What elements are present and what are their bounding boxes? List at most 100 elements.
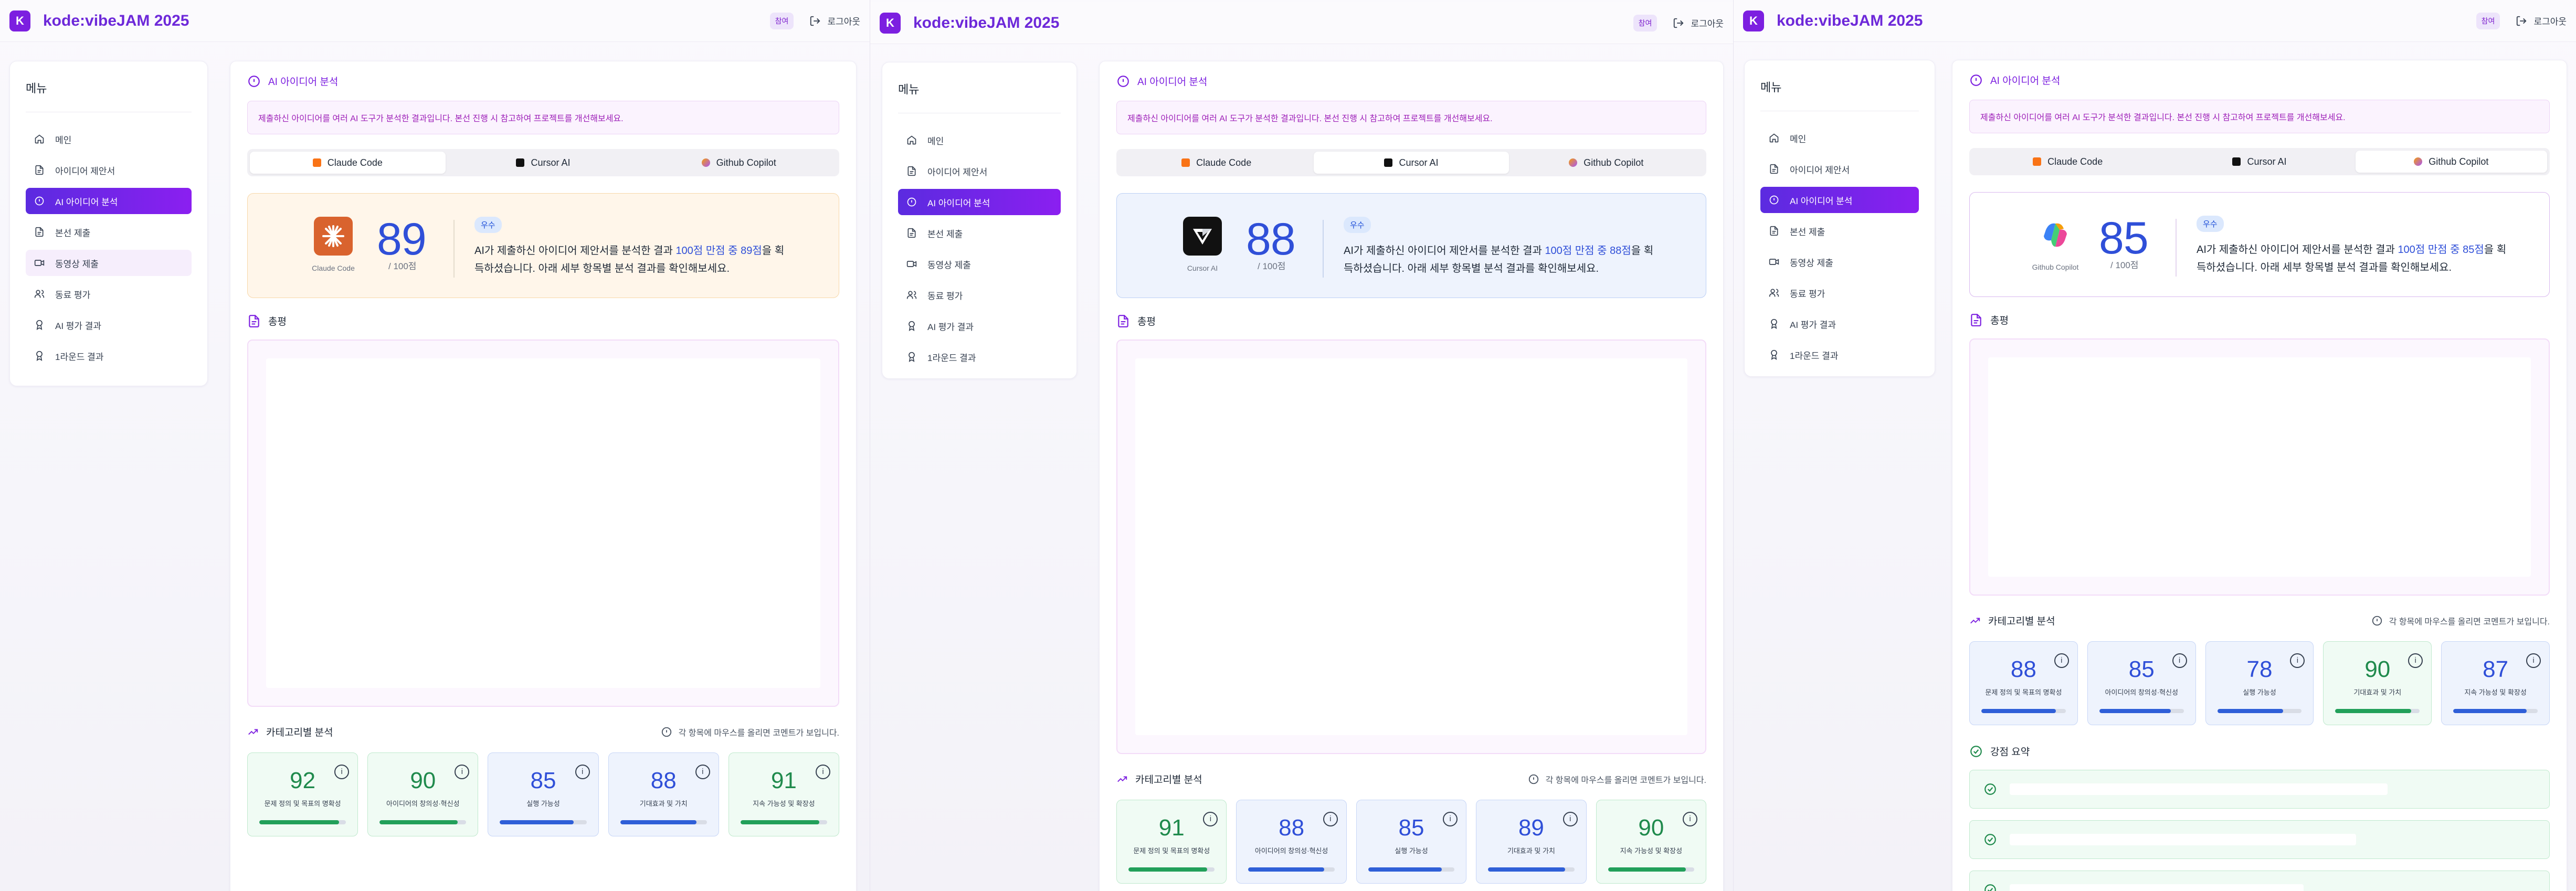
summary-content: [1988, 357, 2531, 577]
sidebar-item-round1-result[interactable]: 1라운드 결과: [898, 344, 1061, 370]
sidebar-item-proposal[interactable]: 아이디어 제안서: [898, 158, 1061, 184]
sidebar-item-peer-review[interactable]: 동료 평가: [898, 282, 1061, 308]
brand-name[interactable]: kode:vibeJAM 2025: [43, 12, 189, 30]
score-description: AI가 제출하신 아이디어 제안서를 분석한 결과 100점 만점 중 89점을…: [474, 242, 789, 278]
category-card[interactable]: 91 지속 가능성 및 확장성 i: [728, 752, 840, 836]
sidebar-item-ai-result[interactable]: AI 평가 결과: [898, 313, 1061, 339]
sidebar-item-main[interactable]: 메인: [1760, 125, 1919, 151]
info-icon[interactable]: i: [1683, 812, 1698, 826]
tab-github-copilot[interactable]: Github Copilot: [1509, 152, 1704, 174]
category-card[interactable]: 90 기대효과 및 가치 i: [2323, 641, 2432, 725]
users-icon: [34, 290, 45, 298]
info-icon[interactable]: i: [816, 765, 831, 779]
sidebar-item-ai-analysis[interactable]: AI 아이디어 분석: [1760, 187, 1919, 213]
category-card[interactable]: 85 실행 가능성 i: [488, 752, 599, 836]
tab-label: Claude Code: [2047, 156, 2103, 167]
score-card: Github Copilot 85 / 100점 우수 AI가 제출하신 아이디…: [1969, 192, 2550, 297]
info-circle-icon: [35, 196, 44, 206]
category-card[interactable]: 90 아이디어의 창의성·혁신성 i: [367, 752, 479, 836]
category-label: 기대효과 및 가치: [2353, 688, 2402, 696]
sidebar-item-main[interactable]: 메인: [26, 126, 192, 152]
sidebar-item-label: 1라운드 결과: [55, 352, 104, 362]
tab-cursor-ai[interactable]: Cursor AI: [1314, 152, 1509, 174]
category-label: 지속 가능성 및 확장성: [2464, 688, 2527, 696]
category-card[interactable]: 90 지속 가능성 및 확장성 i: [1596, 800, 1707, 884]
logo-badge[interactable]: K: [1743, 10, 1764, 31]
sidebar-item-round1-result[interactable]: 1라운드 결과: [1760, 342, 1919, 368]
info-icon[interactable]: i: [1323, 812, 1338, 826]
sidebar-item-proposal[interactable]: 아이디어 제안서: [26, 157, 192, 183]
score-bar: [2453, 709, 2538, 713]
tab-cursor-ai[interactable]: Cursor AI: [446, 152, 641, 174]
desc-highlight: 100점 만점 중 88점: [1545, 245, 1631, 257]
brand-name[interactable]: kode:vibeJAM 2025: [1777, 12, 1923, 30]
trending-up-icon: [248, 729, 258, 735]
logo-badge[interactable]: K: [9, 10, 30, 31]
summary-heading: 총평: [247, 314, 839, 328]
category-card[interactable]: 92 문제 정의 및 목표의 명확성 i: [247, 752, 358, 836]
award-icon: [1771, 319, 1777, 329]
category-card[interactable]: 89 기대효과 및 가치 i: [1476, 800, 1587, 884]
tab-label: Cursor AI: [531, 157, 571, 168]
sidebar-item-proposal[interactable]: 아이디어 제안서: [1760, 156, 1919, 182]
sidebar-item-video-submit[interactable]: 동영상 제출: [1760, 249, 1919, 275]
info-icon[interactable]: i: [2408, 653, 2423, 668]
logo-badge[interactable]: K: [880, 12, 901, 34]
info-icon[interactable]: i: [2526, 653, 2541, 668]
info-icon[interactable]: i: [1563, 812, 1578, 826]
tab-cursor-ai[interactable]: Cursor AI: [2163, 151, 2355, 173]
category-card[interactable]: 91 문제 정의 및 목표의 명확성 i: [1116, 800, 1227, 884]
info-icon[interactable]: i: [575, 765, 590, 779]
logout-label: 로그아웃: [827, 17, 860, 27]
tab-label: Cursor AI: [1399, 157, 1439, 168]
tab-github-copilot[interactable]: Github Copilot: [641, 152, 837, 174]
category-card[interactable]: 88 문제 정의 및 목표의 명확성 i: [1969, 641, 2078, 725]
sidebar-item-video-submit[interactable]: 동영상 제출: [898, 251, 1061, 277]
info-icon[interactable]: i: [695, 765, 710, 779]
sidebar-item-final-submit[interactable]: 본선 제출: [1760, 218, 1919, 244]
category-card[interactable]: 88 아이디어의 창의성·혁신성 i: [1236, 800, 1347, 884]
tab-github-copilot[interactable]: Github Copilot: [2355, 151, 2547, 173]
category-card[interactable]: 85 아이디어의 창의성·혁신성 i: [2087, 641, 2196, 725]
sidebar-item-final-submit[interactable]: 본선 제출: [26, 219, 192, 245]
sidebar-item-final-submit[interactable]: 본선 제출: [898, 220, 1061, 246]
category-card[interactable]: 85 실행 가능성 i: [1356, 800, 1467, 884]
sidebar-item-ai-analysis[interactable]: AI 아이디어 분석: [898, 189, 1061, 215]
tab-claude-code[interactable]: Claude Code: [1119, 152, 1314, 174]
strength-heading: 강점 요약: [1969, 744, 2550, 758]
info-icon[interactable]: i: [2172, 653, 2187, 668]
brand-name[interactable]: kode:vibeJAM 2025: [913, 14, 1059, 32]
score-bar-fill: [1368, 867, 1442, 872]
logout-button[interactable]: 로그아웃: [2516, 14, 2567, 27]
sidebar-item-ai-result[interactable]: AI 평가 결과: [1760, 311, 1919, 337]
sidebar-item-peer-review[interactable]: 동료 평가: [1760, 280, 1919, 306]
home-icon: [907, 135, 916, 145]
copilot-icon: [701, 158, 710, 167]
analysis-main: AI 아이디어 분석 제출하신 아이디어를 여러 AI 도구가 분석한 결과입니…: [1952, 60, 2567, 891]
sidebar-item-label: 동영상 제출: [1790, 258, 1833, 268]
sidebar-item-video-submit[interactable]: 동영상 제출: [26, 250, 192, 276]
tab-claude-code[interactable]: Claude Code: [1972, 151, 2163, 173]
score-bar: [1608, 867, 1695, 872]
copilot-icon: [2414, 157, 2423, 166]
info-icon[interactable]: i: [2054, 653, 2069, 668]
sidebar-item-label: 동영상 제출: [55, 259, 99, 269]
category-label: 문제 정의 및 목표의 명확성: [264, 800, 341, 808]
category-card[interactable]: 78 실행 가능성 i: [2205, 641, 2314, 725]
desc-highlight: 100점 만점 중 85점: [2398, 244, 2484, 256]
info-icon[interactable]: i: [334, 765, 350, 779]
sidebar-item-ai-analysis[interactable]: AI 아이디어 분석: [26, 188, 192, 214]
category-card[interactable]: 88 기대효과 및 가치 i: [608, 752, 719, 836]
logout-button[interactable]: 로그아웃: [1673, 16, 1724, 29]
sidebar-item-ai-result[interactable]: AI 평가 결과: [26, 312, 192, 338]
score-bar: [1368, 867, 1455, 872]
tab-claude-code[interactable]: Claude Code: [250, 152, 446, 174]
logout-button[interactable]: 로그아웃: [809, 14, 860, 27]
section-title: 카테고리별 분석: [266, 727, 333, 738]
sidebar-item-peer-review[interactable]: 동료 평가: [26, 281, 192, 307]
sidebar-item-main[interactable]: 메인: [898, 127, 1061, 153]
award-icon: [36, 320, 43, 330]
sidebar-item-round1-result[interactable]: 1라운드 결과: [26, 343, 192, 369]
category-card[interactable]: 87 지속 가능성 및 확장성 i: [2441, 641, 2550, 725]
sidebar-item-label: 1라운드 결과: [1790, 351, 1839, 361]
